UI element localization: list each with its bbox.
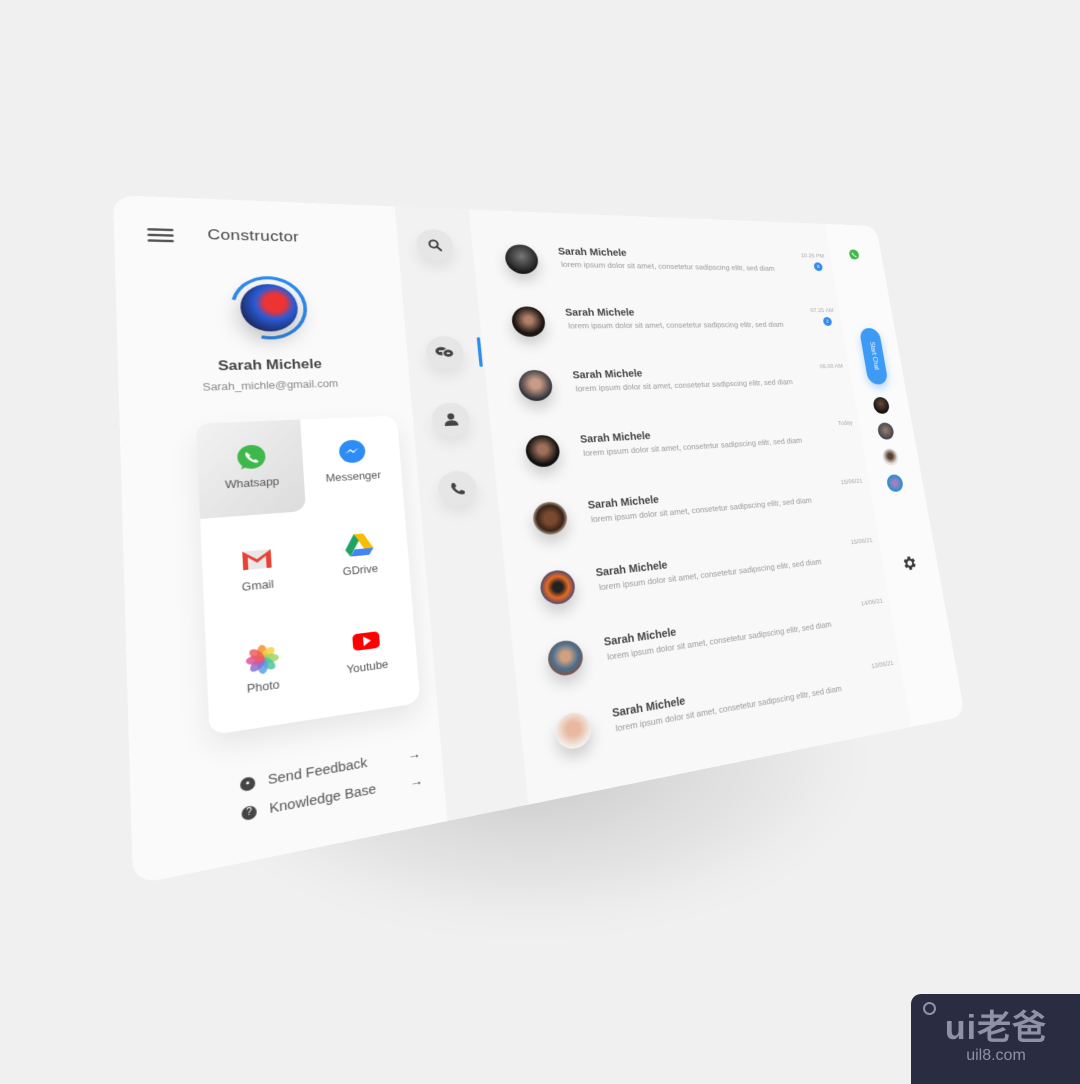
contact-avatar (503, 244, 540, 275)
contact-avatar (554, 710, 593, 752)
calls-button[interactable] (436, 469, 478, 508)
left-sidebar: Constructor Sarah Michele Sarah_michle@g… (113, 195, 448, 885)
message-time: 13/06/21 (870, 658, 894, 670)
message-preview: lorem ipsum dolor sit amet, consetetur s… (575, 378, 794, 394)
watermark-badge: ui老爸 uil8.com (911, 994, 1080, 1084)
contact-avatar (517, 369, 554, 402)
app-label: Gmail (241, 577, 275, 594)
app-label: Whatsapp (224, 475, 280, 491)
chat-bubbles-icon (435, 346, 455, 360)
chat-list-item[interactable]: Sarah Michele lorem ipsum dolor sit amet,… (517, 359, 848, 411)
watermark-site: uil8.com (966, 1047, 1026, 1064)
menu-icon[interactable] (147, 228, 175, 243)
contact-avatar (538, 568, 577, 606)
app-messenger[interactable]: Messenger (300, 416, 404, 511)
contact-name: Sarah Michele (587, 493, 660, 512)
message-preview: lorem ipsum dolor sit amet, consetetur s… (567, 321, 785, 331)
chat-list-item[interactable]: Sarah Michele lorem ipsum dolor sit amet,… (531, 473, 868, 545)
gdrive-icon (342, 529, 376, 560)
message-preview: lorem ipsum dolor sit amet, consetetur s… (560, 260, 776, 273)
feedback-icon: ▪ (239, 776, 256, 793)
unread-badge: 2 (822, 317, 833, 326)
profile-name: Sarah Michele (217, 357, 323, 374)
message-time: 07.25 AM (809, 307, 834, 314)
photos-icon (243, 642, 280, 678)
message-time: 06.00 AM (819, 362, 844, 370)
app-youtube[interactable]: Youtube (312, 598, 419, 708)
profile-avatar[interactable] (215, 265, 322, 352)
start-chat-button[interactable]: Start Chat (858, 327, 889, 385)
person-icon (444, 413, 459, 427)
message-time: 10.25 PM (800, 252, 825, 259)
search-icon (427, 238, 443, 251)
app-label: Photo (246, 678, 280, 696)
online-contact-avatar[interactable] (885, 474, 905, 493)
app-photos[interactable]: Photo (205, 614, 319, 729)
message-time: 15/06/21 (840, 477, 863, 486)
contact-name: Sarah Michele (564, 306, 636, 318)
app-label: GDrive (342, 562, 379, 578)
app-title: Constructor (207, 226, 300, 245)
chat-list-item[interactable]: Sarah Michele lorem ipsum dolor sit amet,… (524, 415, 858, 477)
message-time: Today (837, 419, 854, 427)
profile-email: Sarah_michle@gmail.com (202, 378, 339, 394)
contact-avatar (510, 306, 547, 337)
app-gmail[interactable]: Gmail (200, 518, 312, 625)
contact-avatar (524, 434, 562, 468)
contact-name: Sarah Michele (579, 429, 652, 446)
search-button[interactable] (415, 228, 455, 262)
app-label: Messenger (325, 469, 382, 485)
app-whatsapp[interactable]: Whatsapp (195, 419, 306, 519)
gmail-icon (238, 543, 274, 576)
chat-list-item[interactable]: Sarah Michele lorem ipsum dolor sit amet,… (503, 240, 829, 286)
help-icon: ? (241, 805, 258, 822)
app-label: Youtube (346, 658, 389, 677)
whatsapp-icon[interactable] (847, 249, 861, 261)
watermark-hole (923, 1002, 936, 1015)
online-contact-avatar[interactable] (876, 422, 895, 440)
contact-name: Sarah Michele (557, 245, 628, 259)
unread-badge: 8 (813, 262, 824, 272)
contact-name: Sarah Michele (571, 367, 644, 381)
chat-list-item[interactable]: Sarah Michele lorem ipsum dolor sit amet,… (510, 302, 839, 345)
message-time: 14/06/21 (860, 596, 884, 608)
arrow-right-icon: → (409, 772, 424, 790)
online-contact-avatar[interactable] (881, 448, 900, 467)
contact-avatar (546, 638, 585, 678)
link-label: Send Feedback (267, 754, 368, 788)
apps-grid: Whatsapp Messenger Gmail GDrive Photo Yo… (195, 415, 421, 736)
link-label: Knowledge Base (268, 781, 377, 816)
whatsapp-icon (233, 443, 268, 474)
message-time: 15/06/21 (850, 536, 874, 546)
watermark-logo: ui老爸 (944, 1009, 1048, 1047)
contacts-button[interactable] (430, 401, 472, 438)
settings-gear-icon[interactable] (900, 554, 919, 574)
contact-avatar (531, 500, 569, 537)
phone-icon (450, 482, 465, 496)
chats-button[interactable] (424, 335, 465, 370)
app-gdrive[interactable]: GDrive (306, 505, 412, 607)
messenger-icon (335, 438, 368, 467)
arrow-right-icon: → (407, 745, 422, 763)
youtube-icon (348, 624, 383, 658)
online-contact-avatar[interactable] (872, 396, 891, 415)
